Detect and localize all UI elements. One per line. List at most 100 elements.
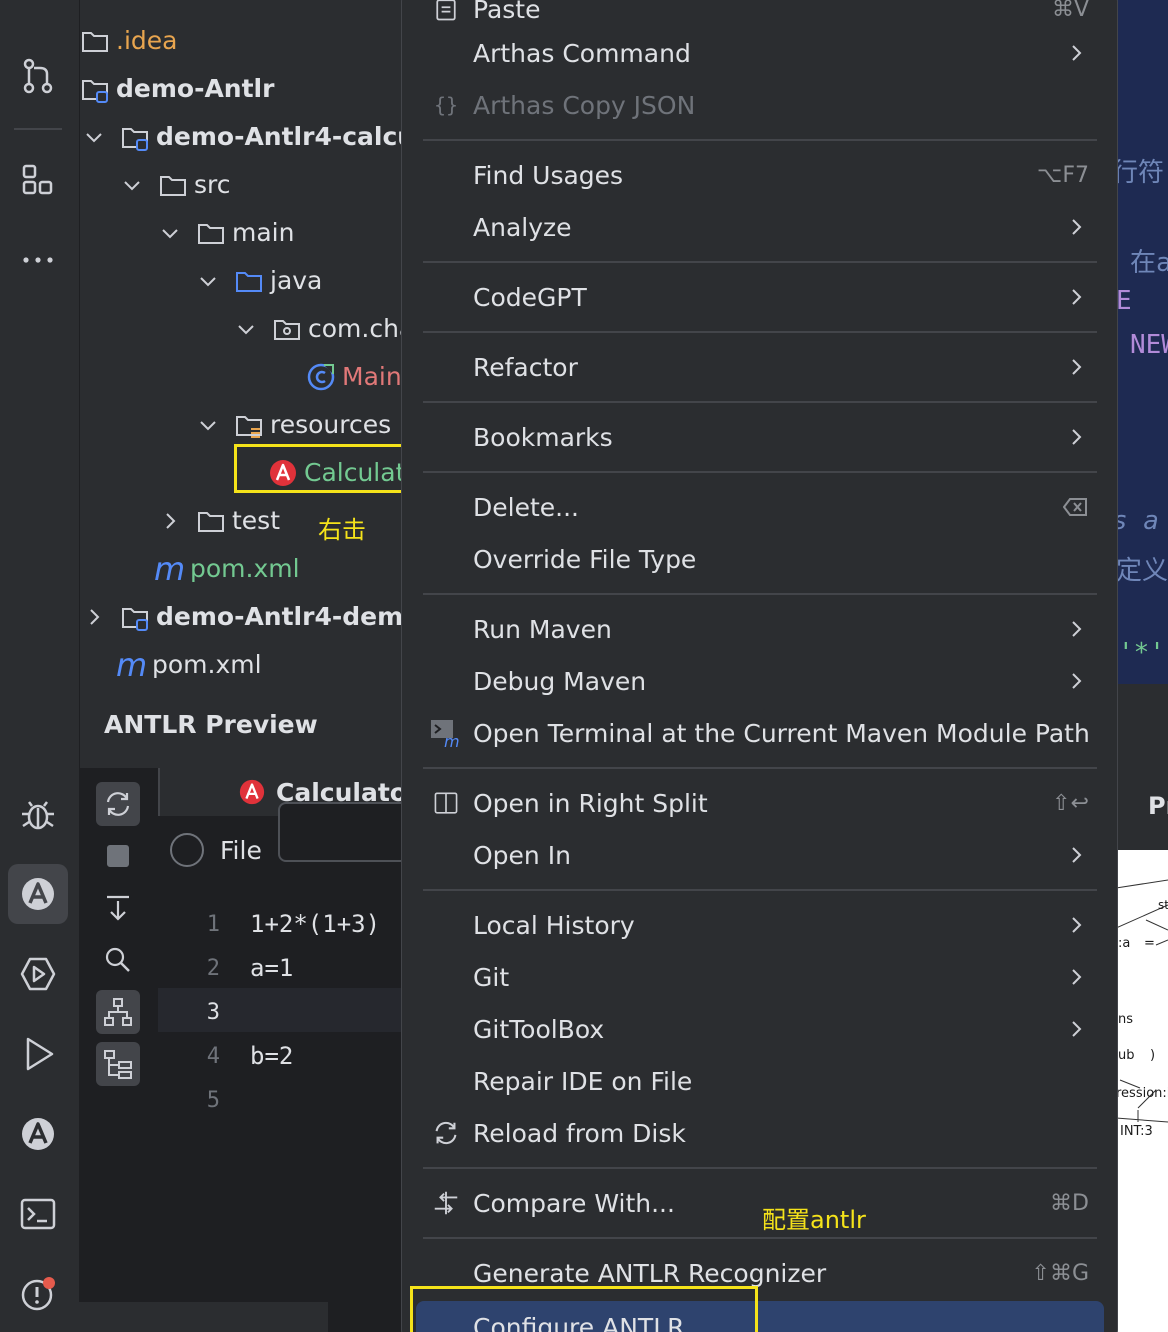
more-tools-button[interactable]	[8, 230, 68, 290]
menu-item-label: CodeGPT	[473, 282, 587, 312]
tree-row-label: Main	[342, 362, 402, 391]
find-tool[interactable]	[96, 938, 140, 982]
tree-row-calculator-module[interactable]: demo-Antlr4-calcu	[82, 113, 402, 161]
run-button[interactable]	[8, 1024, 68, 1084]
panel-tab-label[interactable]: Pr	[1148, 792, 1168, 820]
code-text: 行符	[1112, 158, 1165, 188]
tree-row-idea[interactable]: .idea	[80, 17, 177, 65]
menu-item-open-in[interactable]: Open In	[402, 829, 1117, 881]
menu-item-git[interactable]: Git	[402, 951, 1117, 1003]
chevron-down-icon[interactable]	[82, 125, 106, 149]
file-radio[interactable]	[170, 833, 204, 867]
menu-item-open-terminal-maven[interactable]: m Open Terminal at the Current Maven Mod…	[402, 707, 1117, 759]
terminal-button[interactable]	[8, 1184, 68, 1244]
tree-row-package[interactable]: com.cha	[234, 305, 402, 353]
menu-item-label: Arthas Copy JSON	[473, 90, 696, 120]
antlr-icon	[22, 878, 54, 910]
chevron-right-icon	[1072, 917, 1082, 933]
menu-item-debug-maven[interactable]: Debug Maven	[402, 655, 1117, 707]
menu-item-gittoolbox[interactable]: GitToolBox	[402, 1003, 1117, 1055]
chevron-right-icon	[1072, 969, 1082, 985]
menu-item-refactor[interactable]: Refactor	[402, 341, 1117, 393]
commit-button[interactable]	[8, 46, 68, 106]
stop-tool[interactable]	[96, 834, 140, 878]
menu-item-local-history[interactable]: Local History	[402, 899, 1117, 951]
input-editor[interactable]: 1 1+2*(1+3) 2 a=1 3 4 b=2 5	[158, 900, 408, 1332]
annotation-right-click: 右击	[318, 516, 366, 544]
antlr-file-icon	[239, 779, 265, 805]
chevron-down-icon[interactable]	[158, 221, 182, 245]
refresh-tool[interactable]	[96, 782, 140, 826]
clipboard-icon	[430, 0, 462, 25]
code-text: s a	[1112, 506, 1159, 536]
menu-item-analyze[interactable]: Analyze	[402, 201, 1117, 253]
scroll-to-source-tool[interactable]	[96, 886, 140, 930]
tree-row-demo-module[interactable]: demo-Antlr4-demo	[82, 593, 402, 641]
menu-item-delete[interactable]: Delete...	[402, 481, 1117, 533]
menu-item-shortcut: ⌥F7	[1036, 162, 1089, 188]
services-button[interactable]	[8, 944, 68, 1004]
menu-item-label: Bookmarks	[473, 422, 613, 452]
module-folder-icon	[82, 80, 108, 103]
file-path-input[interactable]	[278, 802, 418, 862]
file-radio-row[interactable]: File	[170, 820, 262, 880]
tree-node-label: ub	[1118, 1048, 1135, 1063]
tree-node-label: :a	[1118, 936, 1131, 951]
tree-row-java[interactable]: java	[196, 257, 322, 305]
class-icon	[307, 363, 335, 391]
tree-row-label: test	[232, 506, 281, 535]
chevron-down-icon[interactable]	[196, 269, 220, 293]
tree-row-src[interactable]: src	[120, 161, 231, 209]
activity-bar	[0, 0, 80, 1332]
tree-row-resources[interactable]: resources	[196, 401, 391, 449]
hierarchy-icon	[104, 998, 132, 1026]
braces-icon: {}	[433, 93, 459, 117]
menu-item-repair-ide[interactable]: Repair IDE on File	[402, 1055, 1117, 1107]
menu-item-reload-from-disk[interactable]: Reload from Disk	[402, 1107, 1117, 1159]
tree-node-label: =	[1144, 936, 1155, 951]
chevron-down-icon[interactable]	[234, 317, 258, 341]
package-icon	[274, 320, 300, 340]
menu-item-codegpt[interactable]: CodeGPT	[402, 271, 1117, 323]
menu-item-arthas-copy-json[interactable]: {} Arthas Copy JSON	[402, 79, 1117, 131]
more-icon	[23, 257, 53, 263]
terminal-icon	[20, 1198, 56, 1230]
menu-item-run-maven[interactable]: Run Maven	[402, 603, 1117, 655]
tree-row-label: java	[270, 266, 323, 295]
tree-row-main-class[interactable]: Main	[306, 353, 402, 401]
debug-button[interactable]	[8, 784, 68, 844]
play-icon	[26, 1037, 54, 1071]
structure-button[interactable]	[8, 150, 68, 210]
tree-view-tool[interactable]	[96, 990, 140, 1034]
menu-item-arthas-command[interactable]: Arthas Command	[402, 27, 1117, 79]
menu-separator	[423, 331, 1097, 333]
tree-row-module-pom[interactable]: m pom.xml	[154, 545, 300, 593]
hierarchy-view-tool[interactable]	[96, 1042, 140, 1086]
parse-tree-canvas: st :a = ns ub ) ression:i INT:3	[1116, 850, 1168, 1332]
tree-row-label: pom.xml	[190, 554, 300, 583]
chevron-down-icon[interactable]	[120, 173, 144, 197]
top-partial-icon[interactable]	[8, 0, 68, 10]
menu-item-compare-with[interactable]: Compare With... ⌘D	[402, 1177, 1117, 1229]
line-number: 3	[206, 1000, 220, 1025]
menu-item-bookmarks[interactable]: Bookmarks	[402, 411, 1117, 463]
menu-item-open-right-split[interactable]: Open in Right Split ⇧↩	[402, 777, 1117, 829]
editor-scrollbar-area	[78, 1302, 328, 1332]
chevron-right-icon	[1072, 45, 1082, 61]
antlr-tool-button[interactable]	[8, 1104, 68, 1164]
chevron-down-icon[interactable]	[196, 413, 220, 437]
tree-row-demo-antlr[interactable]: demo-Antlr	[80, 65, 274, 113]
chevron-right-icon	[1072, 1021, 1082, 1037]
tree-row-main[interactable]: main	[158, 209, 294, 257]
menu-item-find-usages[interactable]: Find Usages ⌥F7	[402, 149, 1117, 201]
tree-row-label: demo-Antlr4-demo	[156, 602, 402, 631]
chevron-right-icon[interactable]	[158, 509, 182, 533]
chevron-right-icon[interactable]	[82, 605, 106, 629]
stop-icon	[107, 845, 129, 867]
menu-separator	[423, 1167, 1097, 1169]
antlr-preview-button[interactable]	[8, 864, 68, 924]
tree-row-test[interactable]: test	[158, 497, 280, 545]
problems-button[interactable]	[8, 1264, 68, 1324]
tree-row-root-pom[interactable]: m pom.xml	[116, 641, 262, 686]
menu-item-override-file-type[interactable]: Override File Type	[402, 533, 1117, 585]
